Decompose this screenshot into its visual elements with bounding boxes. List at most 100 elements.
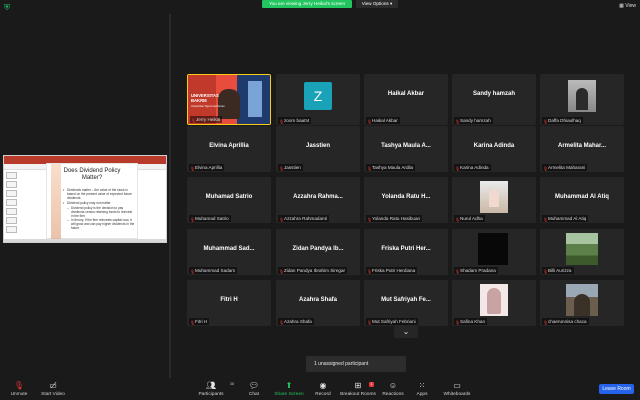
participant-caption: 🎙︎Azzahra Rahmadanti: [278, 215, 329, 222]
caption-text: Jerry Heikal: [196, 117, 221, 122]
participant-name: Karina Adinda: [473, 142, 515, 149]
caption-text: Safina Khan: [460, 319, 486, 324]
participant-name: Tashya Maula A...: [381, 142, 431, 149]
participant-tile[interactable]: UNIVERSITAS BAKRIE Universitas Tiga Lima P…: [187, 74, 271, 125]
whiteboards-button[interactable]: ▭ Whiteboards: [442, 380, 472, 400]
participant-tile[interactable]: Muhamad Satrio 🎙︎Muhamad Satrio: [187, 177, 271, 223]
participant-tile[interactable]: Armelita Mahar... 🎙︎Armelita Maharani: [540, 125, 624, 172]
microphone-muted-icon: 🎙︎: [367, 165, 373, 171]
record-button[interactable]: ◉ Record: [312, 380, 334, 400]
caption-text: Daffa Dhiaulhaq: [548, 118, 581, 123]
apps-button[interactable]: ⁙ Apps: [414, 380, 430, 400]
participant-tile[interactable]: Haikal Akbar 🎙︎Haikal Akbar: [364, 74, 448, 125]
participant-tile[interactable]: 🎙︎Shadam Pradana: [452, 228, 536, 275]
participant-tile[interactable]: 🎙︎Nurul Adha: [452, 177, 536, 223]
start-video-button[interactable]: ▭̸ Start Video: [38, 380, 68, 400]
slide-sub-bullet: Dividend policy is the decision to pay d…: [63, 206, 135, 218]
participant-tile[interactable]: Yolanda Ratu H... 🎙︎Yolanda Ratu Hasibuan: [364, 177, 448, 223]
caption-text: Tashya Maula Ardila: [372, 164, 414, 170]
participants-button[interactable]: 👥︎ 38 Participants: [196, 380, 234, 400]
participant-tile[interactable]: Tashya Maula A... 🎙︎Tashya Maula Ardila: [364, 125, 448, 172]
microphone-muted-icon: 🎙︎: [190, 165, 196, 171]
microphone-muted-icon: 🎙︎: [279, 119, 285, 124]
microphone-muted-icon: 🎙︎: [279, 217, 285, 222]
participant-tile[interactable]: Z 🎙︎zoom baa04: [276, 74, 360, 125]
participant-caption: 🎙︎Muhammad Sadam: [189, 266, 238, 274]
participant-caption: 🎙︎Haikal Akbar: [366, 117, 400, 124]
participant-tile[interactable]: Muhammad Sad... 🎙︎Muhammad Sadam: [187, 228, 271, 275]
breakout-badge: 1: [369, 382, 374, 387]
caption-text: Azahra Shafa: [284, 319, 312, 324]
participant-tile[interactable]: Sandy hamzah 🎙︎Sandy hamzah: [452, 74, 536, 125]
microphone-muted-icon: 🎙︎: [543, 320, 549, 325]
participant-caption: 🎙︎zoom baa04: [278, 117, 312, 124]
participant-name: Mut Safriyah Fe...: [381, 297, 431, 303]
caption-text: Billi Aurizza: [548, 267, 572, 273]
participant-tile[interactable]: 🎙︎Daffa Dhiaulhaq: [540, 74, 624, 125]
profile-photo: [566, 232, 598, 265]
caption-text: Fitri H: [195, 319, 208, 324]
leave-room-button[interactable]: Leave Room: [599, 384, 634, 394]
participant-tile[interactable]: 🎙︎chaerunnisa chaca: [540, 280, 624, 326]
top-bar: ⛨ You are viewing Jerry Heikal's screen …: [0, 0, 640, 14]
participant-tile[interactable]: Karina Adinda 🎙︎Karina Adinda: [452, 125, 536, 172]
participant-name: Friska Putri Her...: [381, 245, 431, 252]
caption-text: Elvina Aprillia: [195, 164, 223, 170]
profile-photo-person: [489, 189, 499, 207]
slide-bullet: Dividend policy may not matter: [63, 201, 135, 205]
presenter-building: [248, 81, 262, 117]
chat-button[interactable]: 💬︎ Chat: [244, 380, 264, 400]
shield-icon[interactable]: ⛨: [4, 3, 12, 12]
participant-tile[interactable]: Elvina Aprillia 🎙︎Elvina Aprillia: [187, 125, 271, 172]
slide-bullet: Dividends matter – the value of the stoc…: [63, 188, 135, 200]
profile-photo-arch: [574, 294, 590, 316]
participant-tile[interactable]: 🎙︎Safina Khan: [452, 280, 536, 326]
participant-tile[interactable]: Azzahra Rahma... 🎙︎Azzahra Rahmadanti: [276, 177, 360, 223]
caption-text: Friska Putri Herdiana: [372, 267, 416, 273]
split-divider[interactable]: [169, 14, 171, 380]
microphone-muted-icon: 🎙︎: [455, 320, 461, 325]
slide-thumbnail: [6, 217, 17, 224]
participant-caption: 🎙︎Jerry Heikal: [190, 116, 223, 123]
participant-caption: 🎙︎Billi Aurizza: [542, 266, 574, 274]
record-icon: ◉: [319, 381, 327, 390]
participant-caption: 🎙︎Fitri H: [189, 318, 210, 325]
participant-name: Haikal Akbar: [387, 91, 425, 97]
participant-tile[interactable]: Mut Safriyah Fe... 🎙︎Mut Safriyah Febrian…: [364, 280, 448, 326]
participant-tile[interactable]: Jasstien 🎙︎Jasstien: [276, 125, 360, 172]
participant-name: Muhammad Al Atiq: [555, 194, 609, 200]
chat-label: Chat: [248, 392, 260, 397]
participant-caption: 🎙︎Friska Putri Herdiana: [366, 266, 418, 274]
shared-screen[interactable]: Does Dividend Policy Matter? Dividends m…: [3, 155, 167, 243]
participant-tile[interactable]: Fitri H 🎙︎Fitri H: [187, 280, 271, 326]
profile-photo: [478, 232, 508, 265]
presenter-logo-text: UNIVERSITAS BAKRIE Universitas Tiga Lima P…: [191, 93, 225, 109]
unmute-button[interactable]: 🎙︎ Unmute: [6, 380, 32, 400]
share-screen-button[interactable]: ⬆ Share Screen: [274, 380, 304, 400]
microphone-muted-icon: 🎙︎: [367, 320, 373, 325]
breakout-rooms-label: Breakout Rooms: [340, 392, 376, 397]
reactions-button[interactable]: ☺ Reactions: [380, 380, 406, 400]
participant-tile[interactable]: 🎙︎Billi Aurizza: [540, 228, 624, 275]
slide-thumbnail: [6, 190, 17, 197]
slide-thumbnail: [6, 199, 17, 206]
next-page-button[interactable]: ⌄: [394, 326, 418, 338]
unassigned-participant-notice[interactable]: 1 unassigned participant: [306, 356, 406, 372]
breakout-rooms-button[interactable]: ⊞ 1 Breakout Rooms: [340, 380, 376, 400]
participant-caption: 🎙︎Jasstien: [278, 163, 303, 171]
share-screen-label: Share Screen: [274, 392, 304, 397]
participant-tile[interactable]: Zidan Pandya Ib... 🎙︎Zidan Pandya Ibrahim…: [276, 228, 360, 275]
participant-tile[interactable]: Azahra Shafa 🎙︎Azahra Shafa: [276, 280, 360, 326]
participants-count: 38: [229, 382, 234, 386]
participant-name: Zidan Pandya Ib...: [292, 245, 344, 252]
slide-sub-bullet: In theory, if the firm reinvests capital…: [63, 218, 135, 230]
participant-tile[interactable]: Friska Putri Her... 🎙︎Friska Putri Herdia…: [364, 228, 448, 275]
microphone-muted-icon: 🎙︎: [13, 381, 25, 390]
whiteboards-label: Whiteboards: [443, 392, 471, 397]
view-options-button[interactable]: View Options ▾: [356, 0, 398, 8]
video-off-icon: ▭̸: [49, 381, 57, 390]
view-button[interactable]: ▦ View: [619, 2, 636, 10]
participant-caption: 🎙︎Shadam Pradana: [454, 266, 498, 274]
participant-tile[interactable]: Muhammad Al Atiq 🎙︎Muhammad Al Atiq: [540, 177, 624, 223]
caption-text: Shadam Pradana: [460, 267, 496, 273]
